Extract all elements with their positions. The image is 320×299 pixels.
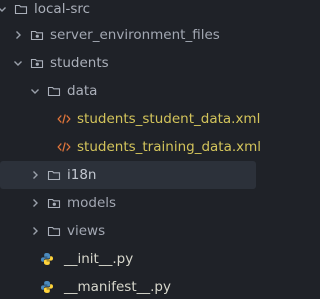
chevron-down-icon[interactable] <box>29 85 41 97</box>
file-explorer-tree: local-src server_environment_files stude… <box>0 0 277 299</box>
chevron-down-icon[interactable] <box>12 57 24 69</box>
python-file-icon <box>40 280 54 294</box>
tree-item-label: students_training_data.xml <box>77 139 262 155</box>
tree-item-students-training-data-xml[interactable]: students_training_data.xml <box>0 133 277 161</box>
tree-item-students-student-data-xml[interactable]: students_student_data.xml <box>0 105 277 133</box>
chevron-right-icon[interactable] <box>29 169 41 181</box>
tree-item-label: local-src <box>34 1 91 17</box>
folder-open-icon <box>47 84 61 98</box>
tree-item-i18n[interactable]: i18n <box>0 161 256 189</box>
tree-item-init-py[interactable]: __init__.py <box>0 245 277 273</box>
tree-item-label: students <box>50 55 109 71</box>
tree-item-label: models <box>67 195 117 211</box>
tree-item-label: data <box>67 83 98 99</box>
folder-icon <box>47 224 61 238</box>
tree-item-label: students_student_data.xml <box>77 111 261 127</box>
tree-item-data[interactable]: data <box>0 77 277 105</box>
chevron-down-icon[interactable] <box>0 3 8 15</box>
tree-item-label: i18n <box>67 167 97 183</box>
tree-item-local-src[interactable]: local-src <box>0 0 277 23</box>
folder-icon <box>47 168 61 182</box>
tree-item-server-environment-files[interactable]: server_environment_files <box>0 21 277 49</box>
chevron-right-icon[interactable] <box>12 29 24 41</box>
xml-file-icon <box>57 112 71 126</box>
tree-item-label: views <box>67 223 106 239</box>
chevron-right-icon[interactable] <box>29 197 41 209</box>
tree-item-views[interactable]: views <box>0 217 277 245</box>
folder-open-icon <box>14 2 28 16</box>
xml-file-icon <box>57 140 71 154</box>
tree-item-students[interactable]: students <box>0 49 277 77</box>
folder-module-icon <box>30 28 44 42</box>
tree-item-manifest-py[interactable]: __manifest__.py <box>0 273 277 299</box>
tree-item-label: __init__.py <box>64 251 134 267</box>
python-file-icon <box>40 252 54 266</box>
tree-item-label: __manifest__.py <box>64 279 171 295</box>
tree-item-label: server_environment_files <box>50 27 220 43</box>
chevron-right-icon[interactable] <box>29 225 41 237</box>
tree-item-models[interactable]: models <box>0 189 277 217</box>
folder-module-icon <box>47 196 61 210</box>
folder-module-icon <box>30 56 44 70</box>
